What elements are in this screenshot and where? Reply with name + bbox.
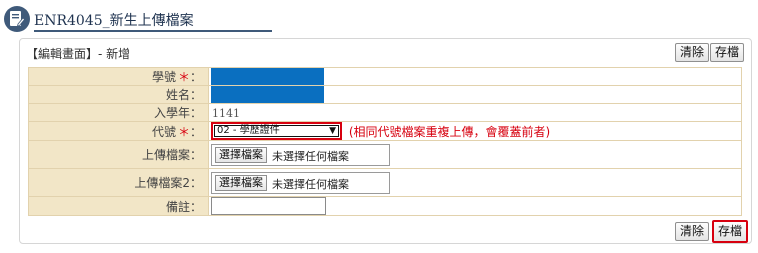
redacted-student-id bbox=[211, 68, 324, 85]
label-colon: ： bbox=[189, 148, 202, 162]
file-input-1[interactable]: 選擇檔案 未選擇任何檔案 bbox=[211, 143, 390, 166]
label-colon: ： bbox=[189, 106, 202, 120]
edit-form: 學號 ＊： 姓名： 入學年： 1141 代號 ＊： 02 - 學歷證件 ▼ (相… bbox=[28, 67, 742, 216]
code-overwrite-note: (相同代號檔案重複上傳，會覆蓋前者) bbox=[348, 124, 551, 139]
entry-year-text: 1141 bbox=[212, 106, 240, 120]
label-colon: ： bbox=[189, 88, 202, 102]
clear-button-top[interactable]: 清除 bbox=[675, 43, 710, 62]
form-row-student-id: 學號 ＊： bbox=[28, 67, 742, 86]
save-button-top[interactable]: 存檔 bbox=[710, 43, 745, 62]
label-text: 學號 bbox=[151, 70, 176, 84]
panel-title: 【編輯畫面】- 新增 bbox=[26, 47, 131, 61]
label-name: 姓名： bbox=[28, 85, 209, 104]
label-colon: ： bbox=[189, 199, 202, 214]
redacted-name bbox=[211, 86, 324, 103]
title-underline bbox=[34, 30, 272, 32]
required-mark: ＊ bbox=[177, 124, 190, 139]
upload-1-value: 選擇檔案 未選擇任何檔案 bbox=[208, 140, 742, 169]
file-input-2[interactable]: 選擇檔案 未選擇任何檔案 bbox=[211, 171, 390, 194]
edit-panel: 【編輯畫面】- 新增 清除 存檔 學號 ＊： 姓名： 入學年： 1141 代號 … bbox=[19, 38, 752, 244]
entry-year-value: 1141 bbox=[208, 103, 742, 122]
label-remark: 備註： bbox=[28, 196, 209, 216]
label-text: 備註 bbox=[165, 199, 190, 214]
required-mark: ＊ bbox=[177, 70, 190, 84]
remark-input[interactable] bbox=[211, 197, 326, 215]
form-row-code: 代號 ＊： 02 - 學歷證件 ▼ (相同代號檔案重複上傳，會覆蓋前者) bbox=[28, 121, 742, 141]
form-row-remark: 備註： bbox=[28, 196, 742, 216]
file-status-2: 未選擇任何檔案 bbox=[272, 177, 349, 191]
label-text: 上傳檔案2 bbox=[134, 176, 190, 190]
clear-button-bottom[interactable]: 清除 bbox=[675, 222, 710, 241]
label-student-id: 學號 ＊： bbox=[28, 67, 209, 86]
chevron-down-icon: ▼ bbox=[329, 126, 336, 136]
page-header: ENR4045_新生上傳檔案 bbox=[4, 3, 274, 33]
label-colon: ： bbox=[189, 176, 202, 190]
label-colon: ： bbox=[189, 70, 202, 84]
label-text: 入學年 bbox=[153, 106, 190, 120]
name-value bbox=[208, 85, 742, 104]
label-text: 代號 bbox=[151, 124, 176, 139]
form-row-entry-year: 入學年： 1141 bbox=[28, 103, 742, 122]
label-entry-year: 入學年： bbox=[28, 103, 209, 122]
student-id-value bbox=[208, 67, 742, 86]
code-selected-value: 02 - 學歷證件 bbox=[217, 125, 280, 136]
form-row-name: 姓名： bbox=[28, 85, 742, 104]
label-upload-2: 上傳檔案2： bbox=[28, 168, 209, 197]
form-row-upload-1: 上傳檔案： 選擇檔案 未選擇任何檔案 bbox=[28, 140, 742, 169]
form-row-upload-2: 上傳檔案2： 選擇檔案 未選擇任何檔案 bbox=[28, 168, 742, 197]
page-title: ENR4045_新生上傳檔案 bbox=[34, 13, 194, 29]
label-code: 代號 ＊： bbox=[28, 121, 209, 141]
edit-document-icon bbox=[4, 6, 30, 32]
code-value: 02 - 學歷證件 ▼ (相同代號檔案重複上傳，會覆蓋前者) bbox=[208, 121, 742, 141]
choose-file-button-2[interactable]: 選擇檔案 bbox=[215, 174, 267, 191]
upload-2-value: 選擇檔案 未選擇任何檔案 bbox=[208, 168, 742, 197]
file-status-1: 未選擇任何檔案 bbox=[272, 149, 349, 163]
choose-file-button-1[interactable]: 選擇檔案 bbox=[215, 146, 267, 163]
code-select-highlight: 02 - 學歷證件 ▼ bbox=[211, 122, 342, 140]
label-colon: ： bbox=[189, 124, 202, 139]
label-text: 上傳檔案 bbox=[141, 148, 190, 162]
code-select[interactable]: 02 - 學歷證件 ▼ bbox=[214, 125, 339, 137]
label-text: 姓名 bbox=[165, 88, 190, 102]
label-upload-1: 上傳檔案： bbox=[28, 140, 209, 169]
remark-value bbox=[208, 196, 742, 216]
save-button-bottom[interactable]: 存檔 bbox=[712, 220, 749, 243]
